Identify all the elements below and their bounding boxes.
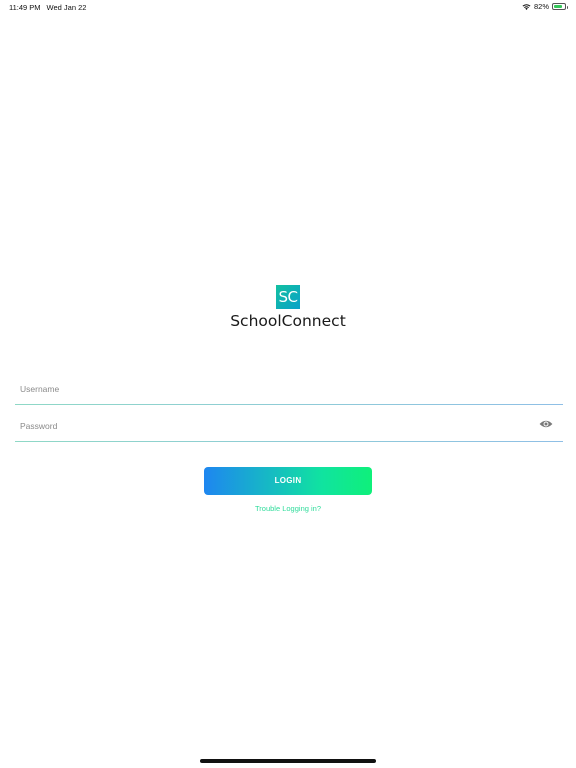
login-button[interactable]: LOGIN — [204, 467, 372, 495]
status-bar: 11:49 PM Wed Jan 22 82% — [0, 0, 576, 14]
home-indicator — [200, 759, 376, 763]
status-right: 82% — [522, 2, 568, 11]
username-input[interactable] — [18, 379, 522, 399]
password-input[interactable] — [18, 416, 522, 436]
battery-icon — [552, 3, 568, 10]
wifi-icon — [522, 3, 531, 10]
status-date: Wed Jan 22 — [46, 3, 87, 12]
logo-icon: SC — [276, 285, 300, 309]
status-time: 11:49 PM — [9, 3, 41, 12]
password-field-container — [15, 408, 563, 442]
username-field-container — [15, 371, 563, 405]
app-logo: SC SchoolConnect — [0, 285, 576, 330]
status-left: 11:49 PM Wed Jan 22 — [9, 3, 86, 12]
battery-percent: 82% — [533, 2, 549, 11]
eye-icon[interactable] — [539, 419, 553, 429]
app-name: SchoolConnect — [230, 312, 346, 330]
battery-fill — [554, 5, 563, 8]
trouble-logging-in-link[interactable]: Trouble Logging in? — [0, 504, 576, 513]
